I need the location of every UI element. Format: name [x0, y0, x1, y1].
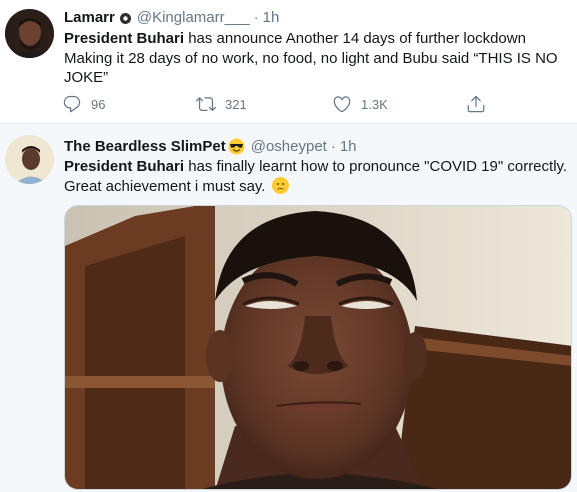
timestamp[interactable]: 1h [263, 8, 280, 27]
tweet-header: Lamarr @Kinglamarr___ · 1h [64, 8, 279, 27]
user-handle[interactable]: @osheypet [251, 137, 327, 156]
slightly-frowning-face-icon [271, 176, 289, 194]
share-button[interactable] [466, 94, 486, 114]
retweet-button[interactable]: 321 [196, 94, 247, 114]
tweet-text: President Buhari has finally learnt how … [64, 157, 569, 196]
avatar[interactable] [5, 135, 54, 184]
separator-dot: · [253, 9, 259, 26]
share-icon [467, 95, 485, 113]
tweet-actions: 96 321 1.3K [62, 94, 502, 116]
timestamp[interactable]: 1h [340, 137, 357, 156]
tweet-text: President Buhari has announce Another 14… [64, 29, 569, 88]
display-name[interactable]: Lamarr [64, 8, 115, 27]
reply-button[interactable]: 96 [62, 94, 105, 114]
tweet-text-bold: President Buhari [64, 30, 185, 47]
user-handle[interactable]: @Kinglamarr___ [137, 8, 250, 27]
like-icon [333, 96, 351, 113]
tweet-photo[interactable] [64, 205, 572, 490]
like-count: 1.3K [361, 96, 388, 112]
retweet-icon [196, 97, 216, 112]
reply-icon [63, 95, 81, 113]
reply-count: 96 [91, 96, 106, 112]
separator-dot: · [330, 138, 336, 155]
verified-badge-icon [119, 11, 132, 25]
avatar[interactable] [5, 9, 54, 58]
retweet-count: 321 [225, 96, 247, 112]
tweet[interactable]: Lamarr @Kinglamarr___ · 1h President Buh… [0, 0, 577, 124]
display-name[interactable]: The Beardless SlimPet [64, 137, 226, 156]
smiling-face-with-sunglasses-icon [228, 138, 245, 155]
tweet-text-bold: President Buhari [64, 158, 185, 175]
tweet-header: The Beardless SlimPet @osheypet · 1h [64, 137, 357, 156]
like-button[interactable]: 1.3K [332, 94, 388, 114]
